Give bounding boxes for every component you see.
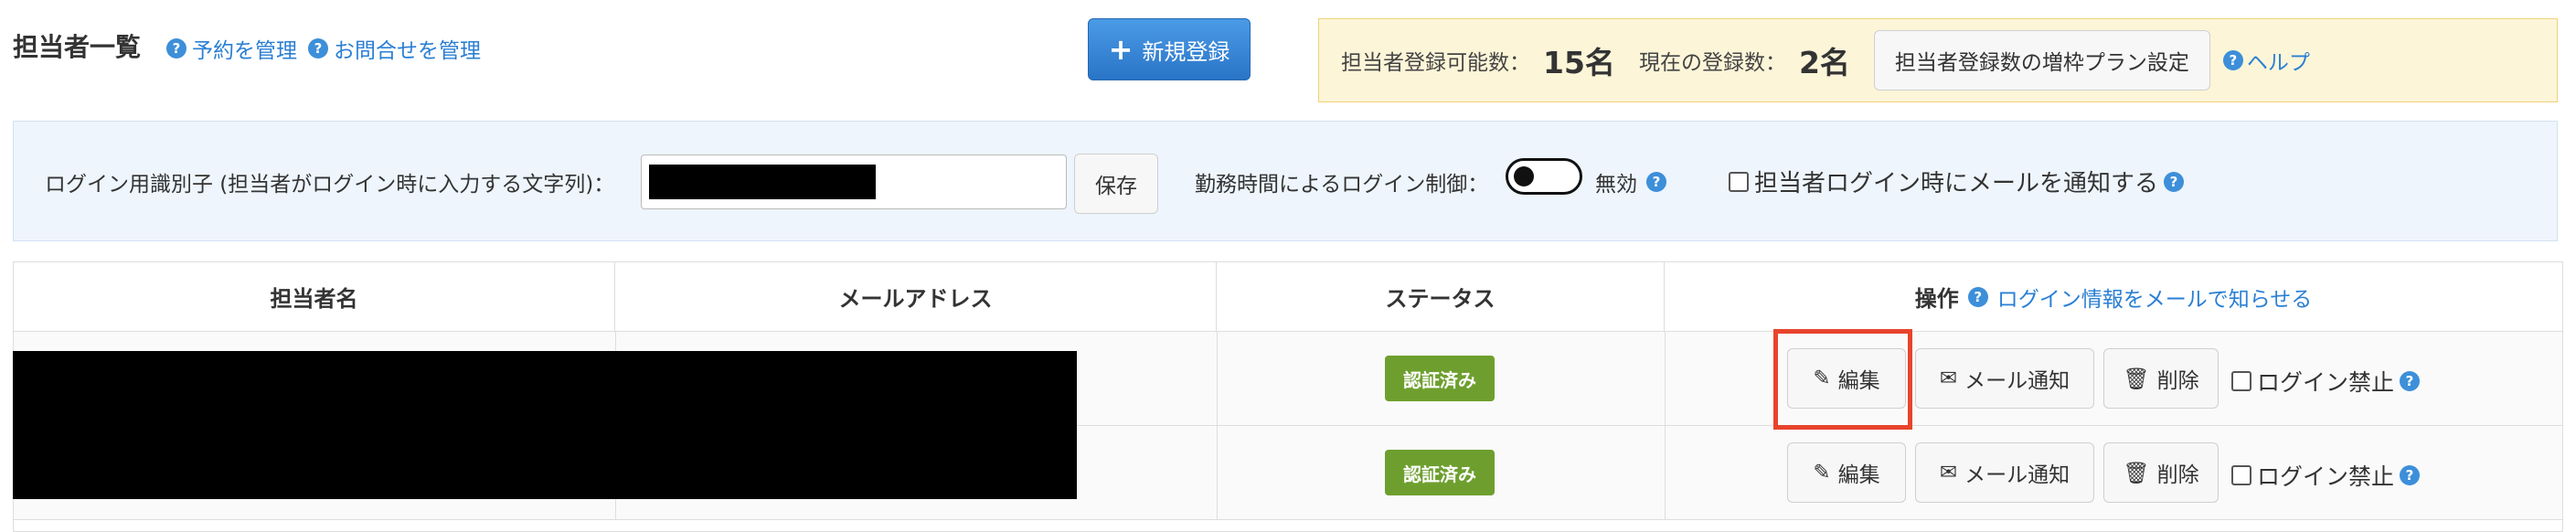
redacted-names-emails <box>13 351 1077 499</box>
page-title: 担当者一覧 <box>13 32 142 62</box>
trash-icon: 🗑 <box>2123 461 2150 485</box>
help-icon: ? <box>1967 286 1988 307</box>
login-ban-checkbox[interactable]: ログイン禁止 ? <box>2231 365 2421 398</box>
column-header-status: ステータス <box>1217 262 1665 332</box>
current-count-label: 現在の登録数： <box>1638 51 1786 75</box>
checkbox-box[interactable] <box>1729 171 1749 192</box>
help-icon[interactable]: ? <box>2400 465 2421 485</box>
capacity-label: 担当者登録可能数： <box>1341 51 1530 75</box>
manage-inquiries-link[interactable]: ? お問合せを管理 <box>308 33 481 64</box>
toggle-state: 無効 ? <box>1595 166 1666 197</box>
cell-divider <box>1217 426 1218 519</box>
checkbox-box[interactable] <box>2231 465 2251 485</box>
mail-notify-button[interactable]: ✉ メール通知 <box>1915 348 2094 409</box>
header-links: ? 予約を管理 ? お問合せを管理 <box>166 33 481 64</box>
plan-settings-button[interactable]: 担当者登録数の増枠プラン設定 <box>1873 30 2210 90</box>
checkbox-box[interactable] <box>2231 371 2251 391</box>
column-header-actions: 操作 ? ログイン情報をメールで知らせる <box>1665 262 2562 332</box>
help-icon: ? <box>166 38 186 59</box>
settings-panel: ログイン用識別子 (担当者がログイン時に入力する文字列)： 保存 勤務時間による… <box>13 121 2558 241</box>
new-registration-button[interactable]: + 新規登録 <box>1088 18 1251 80</box>
login-id-label: ログイン用識別子 (担当者がログイン時に入力する文字列)： <box>45 173 615 197</box>
help-icon[interactable]: ? <box>2164 171 2185 192</box>
edit-button[interactable]: ✎ 編集 <box>1787 442 1906 503</box>
help-icon: ? <box>2222 50 2243 70</box>
capacity-value: 15名 <box>1543 45 1615 80</box>
pencil-icon: ✎ <box>1813 461 1831 484</box>
column-header-email: メールアドレス <box>615 262 1217 332</box>
manage-reservations-link[interactable]: ? 予約を管理 <box>166 33 297 64</box>
edit-button-highlight <box>1773 329 1912 430</box>
trash-icon: 🗑 <box>2123 367 2150 391</box>
current-count-value: 2名 <box>1798 45 1850 80</box>
column-header-name: 担当者名 <box>14 262 615 332</box>
cell-divider <box>1665 332 1666 425</box>
quota-panel: 担当者登録可能数： 15名 現在の登録数： 2名 担当者登録数の増枠プラン設定 … <box>1318 18 2558 102</box>
help-link[interactable]: ? ヘルプ <box>2222 45 2310 76</box>
cell-divider <box>1665 426 1666 519</box>
help-icon: ? <box>308 38 328 59</box>
worktime-login-label: 勤務時間によるログイン制御： <box>1195 173 1489 197</box>
envelope-icon: ✉ <box>1939 461 1958 484</box>
delete-button[interactable]: 🗑 削除 <box>2103 348 2219 409</box>
help-icon[interactable]: ? <box>2400 371 2421 391</box>
notify-on-login-checkbox[interactable]: 担当者ログイン時にメールを通知する ? <box>1729 165 2185 198</box>
login-ban-checkbox[interactable]: ログイン禁止 ? <box>2231 459 2421 492</box>
redacted-value <box>649 165 876 199</box>
envelope-icon: ✉ <box>1939 367 1958 390</box>
save-button[interactable]: 保存 <box>1074 154 1158 214</box>
help-icon[interactable]: ? <box>1646 172 1666 192</box>
status-badge: 認証済み <box>1385 450 1495 495</box>
send-login-info-link[interactable]: ログイン情報をメールで知らせる <box>1997 282 2313 313</box>
plus-icon: + <box>1108 32 1134 67</box>
status-badge: 認証済み <box>1385 356 1495 401</box>
worktime-toggle[interactable] <box>1506 158 1582 195</box>
delete-button[interactable]: 🗑 削除 <box>2103 442 2219 503</box>
toggle-knob <box>1514 166 1534 186</box>
login-id-input[interactable] <box>641 154 1067 209</box>
cell-divider <box>1217 332 1218 425</box>
mail-notify-button[interactable]: ✉ メール通知 <box>1915 442 2094 503</box>
